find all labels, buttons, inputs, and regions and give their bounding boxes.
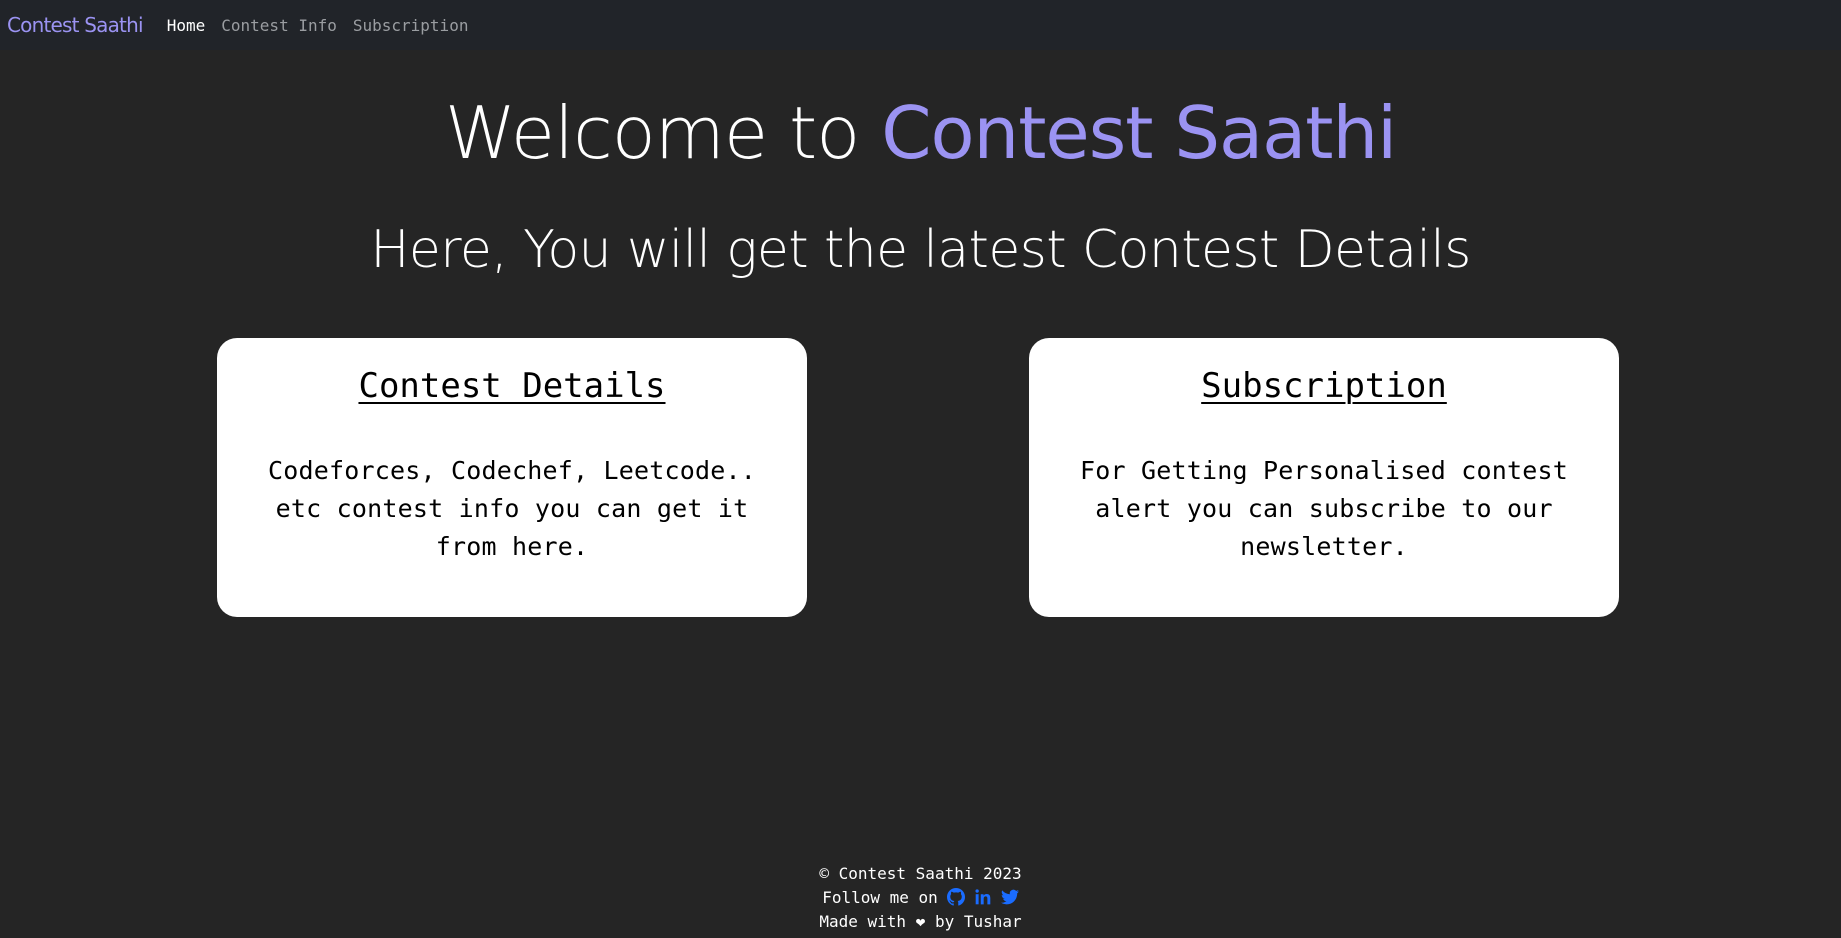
github-icon[interactable] <box>946 888 965 906</box>
contest-details-card-title[interactable]: Contest Details <box>257 364 767 408</box>
subscription-card-title[interactable]: Subscription <box>1069 364 1579 408</box>
hero-subtitle: Here, You will get the latest Contest De… <box>370 220 1471 280</box>
contest-details-card: Contest Details Codeforces, Codechef, Le… <box>217 338 807 617</box>
footer-made-with-prefix: Made with <box>819 912 907 931</box>
footer-made-with: Made with ❤ by Tushar <box>0 910 1841 934</box>
subscription-card-text: For Getting Personalised contest alert y… <box>1079 456 1569 561</box>
hero-title: Welcome to Contest Saathi <box>0 88 1841 178</box>
linkedin-icon[interactable] <box>974 888 992 906</box>
footer: © Contest Saathi 2023 Follow me on Made … <box>0 862 1841 934</box>
footer-copyright: © Contest Saathi 2023 <box>819 864 1022 883</box>
nav-link-subscription[interactable]: Subscription <box>353 16 469 35</box>
twitter-icon[interactable] <box>1000 888 1019 906</box>
footer-follow: Follow me on <box>0 886 1841 910</box>
nav-link-home[interactable]: Home <box>167 16 206 35</box>
footer-follow-label: Follow me on <box>822 888 938 907</box>
navbar: Contest Saathi Home Contest Info Subscri… <box>0 0 1841 50</box>
hero-title-prefix: Welcome to <box>444 91 882 175</box>
hero-title-accent: Contest Saathi <box>881 91 1397 175</box>
heart-icon: ❤ <box>915 912 926 931</box>
contest-details-card-text: Codeforces, Codechef, Leetcode.. etc con… <box>267 456 757 561</box>
nav-link-contest-info[interactable]: Contest Info <box>221 16 337 35</box>
subscription-card: Subscription For Getting Personalised co… <box>1029 338 1619 617</box>
footer-made-with-suffix: by Tushar <box>934 912 1022 931</box>
brand-logo[interactable]: Contest Saathi <box>7 13 144 37</box>
